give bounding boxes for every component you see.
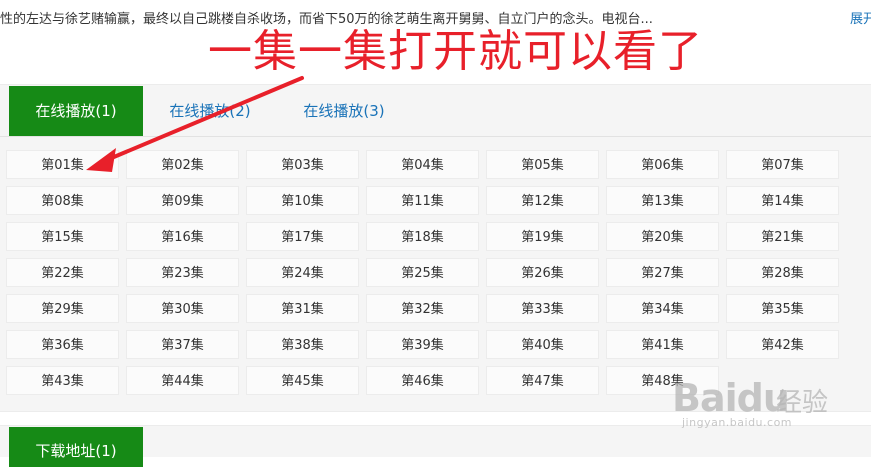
episode-button[interactable]: 第33集 xyxy=(486,294,599,323)
watermark-url: jingyan.baidu.com xyxy=(682,416,793,429)
episode-button[interactable]: 第28集 xyxy=(726,258,839,287)
watermark-logo: Baidu xyxy=(672,376,790,420)
episode-button[interactable]: 第35集 xyxy=(726,294,839,323)
episode-button[interactable]: 第18集 xyxy=(366,222,479,251)
episode-button[interactable]: 第36集 xyxy=(6,330,119,359)
episode-button[interactable]: 第43集 xyxy=(6,366,119,395)
episode-button[interactable]: 第41集 xyxy=(606,330,719,359)
tab-online-play-1[interactable]: 在线播放(1) xyxy=(9,86,143,136)
episode-button[interactable]: 第11集 xyxy=(366,186,479,215)
episode-button[interactable]: 第34集 xyxy=(606,294,719,323)
episode-button[interactable]: 第31集 xyxy=(246,294,359,323)
episode-button[interactable]: 第09集 xyxy=(126,186,239,215)
episode-button[interactable]: 第30集 xyxy=(126,294,239,323)
episode-button[interactable]: 第05集 xyxy=(486,150,599,179)
expand-link[interactable]: 展开 xyxy=(850,10,871,30)
watermark-brand: 经验 xyxy=(776,388,829,418)
episode-button[interactable]: 第42集 xyxy=(726,330,839,359)
episode-button[interactable]: 第01集 xyxy=(6,150,119,179)
episode-button[interactable]: 第29集 xyxy=(6,294,119,323)
episode-button[interactable]: 第39集 xyxy=(366,330,479,359)
episode-button[interactable]: 第07集 xyxy=(726,150,839,179)
baidu-jingyan-watermark: Baidu 经验 jingyan.baidu.com xyxy=(672,360,832,440)
episode-button[interactable]: 第10集 xyxy=(246,186,359,215)
episode-button[interactable]: 第20集 xyxy=(606,222,719,251)
episode-button[interactable]: 第45集 xyxy=(246,366,359,395)
episode-button[interactable]: 第23集 xyxy=(126,258,239,287)
tab-download[interactable]: 下载地址(1) xyxy=(9,427,143,467)
episode-button[interactable]: 第46集 xyxy=(366,366,479,395)
episode-button[interactable]: 第12集 xyxy=(486,186,599,215)
episode-button[interactable]: 第21集 xyxy=(726,222,839,251)
episode-button[interactable]: 第44集 xyxy=(126,366,239,395)
episode-button[interactable]: 第32集 xyxy=(366,294,479,323)
episode-button[interactable]: 第14集 xyxy=(726,186,839,215)
episode-button[interactable]: 第15集 xyxy=(6,222,119,251)
episode-button[interactable]: 第08集 xyxy=(6,186,119,215)
annotation-text: 一集一集打开就可以看了 xyxy=(208,26,703,77)
episode-button[interactable]: 第26集 xyxy=(486,258,599,287)
episode-button[interactable]: 第16集 xyxy=(126,222,239,251)
episode-button[interactable]: 第19集 xyxy=(486,222,599,251)
episode-button[interactable]: 第04集 xyxy=(366,150,479,179)
tab-online-play-2[interactable]: 在线播放(2) xyxy=(160,86,260,136)
episode-button[interactable]: 第47集 xyxy=(486,366,599,395)
episode-button[interactable]: 第27集 xyxy=(606,258,719,287)
episode-button[interactable]: 第17集 xyxy=(246,222,359,251)
episode-button[interactable]: 第02集 xyxy=(126,150,239,179)
tab-online-play-3[interactable]: 在线播放(3) xyxy=(294,86,394,136)
episode-button[interactable]: 第40集 xyxy=(486,330,599,359)
play-source-tabs: 在线播放(1) 在线播放(2) 在线播放(3) xyxy=(0,86,871,137)
episode-button[interactable]: 第03集 xyxy=(246,150,359,179)
episode-button[interactable]: 第37集 xyxy=(126,330,239,359)
episode-button[interactable]: 第13集 xyxy=(606,186,719,215)
episode-button[interactable]: 第25集 xyxy=(366,258,479,287)
episode-button[interactable]: 第06集 xyxy=(606,150,719,179)
episode-button[interactable]: 第24集 xyxy=(246,258,359,287)
episode-button[interactable]: 第22集 xyxy=(6,258,119,287)
episode-button[interactable]: 第38集 xyxy=(246,330,359,359)
